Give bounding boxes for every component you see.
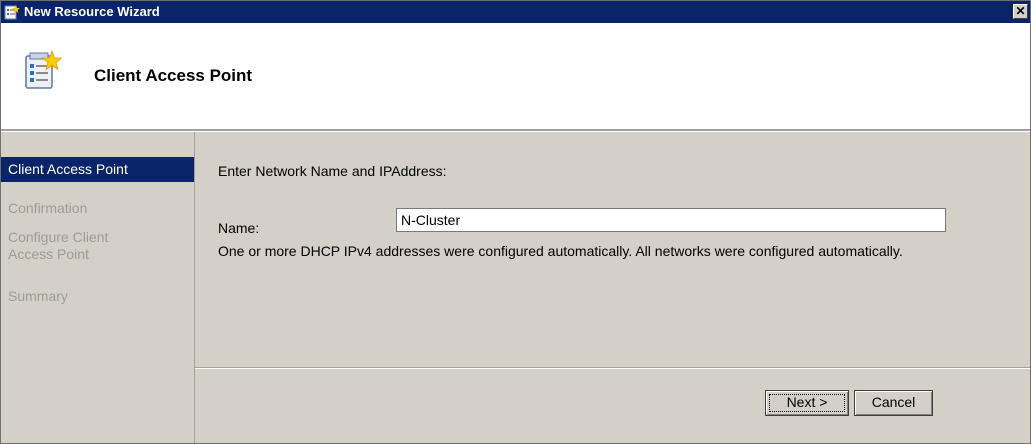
instruction-text: Enter Network Name and IPAddress: (218, 163, 447, 179)
name-label: Name: (218, 220, 260, 236)
dhcp-status-note: One or more DHCP IPv4 addresses were con… (218, 243, 903, 259)
wizard-checklist-icon (25, 50, 62, 89)
wizard-content: Enter Network Name and IPAddress: Name: … (195, 132, 1030, 366)
wizard-app-icon (4, 5, 20, 20)
window-title: New Resource Wizard (24, 4, 160, 19)
wizard-header: Client Access Point (1, 23, 1030, 129)
page-title: Client Access Point (94, 66, 253, 85)
nav-step-client-access-point[interactable]: Client Access Point (1, 157, 194, 182)
wizard-steps-sidebar: Client Access Point Confirmation Configu… (1, 132, 195, 443)
nav-step-confirmation[interactable]: Confirmation (1, 200, 194, 216)
title-bar[interactable]: New Resource Wizard ✕ (1, 1, 1030, 23)
close-button[interactable]: ✕ (1013, 4, 1028, 19)
wizard-window: New Resource Wizard ✕ Client Access Poin… (0, 0, 1031, 444)
nav-step-configure-client-access-point[interactable]: Configure Client Access Point (1, 229, 194, 263)
nav-step-summary[interactable]: Summary (1, 288, 194, 304)
close-icon: ✕ (1015, 4, 1026, 18)
network-name-input[interactable] (396, 208, 946, 232)
cancel-button[interactable]: Cancel (854, 390, 933, 416)
next-button[interactable]: Next > (765, 390, 849, 416)
footer-divider (195, 367, 1030, 369)
